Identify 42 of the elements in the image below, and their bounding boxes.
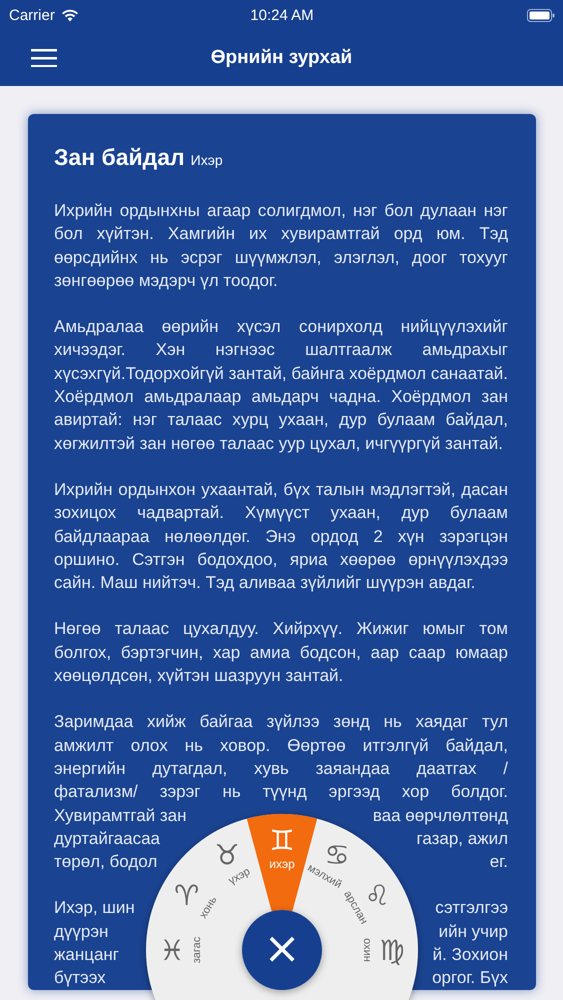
text-line: амжилт олох нь ховор. Өөртөө итгэлгүй байдал,	[54, 734, 508, 757]
zodiac-sign-icon[interactable]: ♌	[364, 879, 390, 912]
text-fragment: дуртайгаасаа	[54, 828, 160, 850]
zodiac-sign-icon[interactable]: ♍	[379, 934, 405, 967]
card-title: Зан байдал	[54, 144, 185, 171]
text-fragment: ваа өөрчлөлтөнд	[372, 804, 508, 827]
text-fragment: Хувирамтгай зан	[54, 804, 187, 827]
wifi-icon	[60, 8, 79, 22]
text-fragment: оргог. Бүх	[432, 967, 508, 990]
sign-label[interactable]: ихэр	[269, 857, 295, 871]
zodiac-sign-icon[interactable]: ♊	[269, 824, 295, 857]
screen-title: Өрнийн зурхай	[210, 47, 352, 69]
text-fragment: Ихэр, шин	[54, 897, 135, 920]
menu-button[interactable]	[31, 49, 57, 67]
zodiac-sign-icon[interactable]: ♋	[324, 838, 350, 872]
text-fragment: газар, ажил	[416, 828, 508, 850]
zodiac-sign-icon[interactable]: ♓	[159, 934, 185, 967]
text-fragment: ег.	[490, 851, 508, 874]
carrier-label: Carrier	[9, 6, 55, 24]
menu-icon	[31, 49, 57, 67]
description-paragraph: Амьдралаа өөрийн хүсэл сонирхолд нийцүүлэхийг хичээдэг. Хэн нэгнээс шалтгаалж амьдрахыг хүсэхгүй.Тодорхойгүй зантай, байнга хоёрдмол санаатай. Хоёрдмол амьдралаар амьдарч чадна. Хоёрдмол зан авиртай: нэг талаас хурц ухаан, дур булаам байдал, хөгжилтэй зан нөгөө талаас уур цухал, ичгүүргүй зантай.	[54, 316, 508, 455]
sign-label[interactable]: загас	[191, 936, 203, 964]
text-fragment: сэтгэлгээ	[435, 897, 508, 920]
description-paragraph: Ихрийн ордынхон ухаантай, бүх талын мэдлэгтэй, дасан зохицох чадвартай. Хүмүүст ухаан, дур булаам байдлаараа нөлөөлдөг. Энэ ордод 2 хүн зэрэгцэн оршино. Сэтгэн бодохдоо, яриа хөөрөө өрнүүлэхдээ сайн. Маш нийтэч. Тэд аливаа зүйлийг шүүрэн авдаг.	[54, 478, 508, 594]
sign-name: Ихэр	[190, 152, 223, 168]
close-symbol[interactable]: ×	[264, 923, 300, 974]
text-fragment: бүтээх	[54, 967, 106, 990]
status-time: 10:24 AM	[250, 6, 314, 24]
battery-icon	[526, 8, 555, 22]
close-button[interactable]	[242, 910, 322, 990]
text-line: Заримдаа хийж байгаа зүйлээ зөнд нь хаядаг тул	[54, 711, 508, 734]
text-fragment: дүүрэн	[54, 920, 108, 943]
text-fragment: төрөл, бодол	[54, 851, 158, 874]
text-fragment: ийн учир	[438, 920, 508, 943]
zodiac-sign-icon[interactable]: ♈	[174, 879, 200, 912]
text-fragment: й. Зохион	[432, 944, 508, 966]
description-paragraph: Ихрийн ордынхны агаар солигдмол, нэг бол дулаан нэг бол хүйтэн. Хамгийн их хувирамтгай орд юм. Тэд өөрсдийнх нь эсрэг шүүмжлэл, элэглэл, доог тохууг зөнгөөрөө мэдэрч үл тоодог.	[54, 200, 508, 292]
description-paragraph: Нөгөө талаас цухалдуу. Хийрхүү. Жижиг юмыг том болгох, бэртэгчин, хар амиа бодсон, аар саар юмаар хөөцөлдсөн, хүйтэн шазруун зантай.	[54, 618, 508, 688]
text-line: фатализм/ зэрэг нь түүнд эргээд хор болдог.	[54, 781, 508, 804]
text-line: энергийн дутагдал, хувь заяандаа даатгах /	[54, 758, 508, 780]
text-fragment: жанцанг	[54, 944, 119, 966]
sign-label[interactable]: охин	[361, 938, 373, 962]
